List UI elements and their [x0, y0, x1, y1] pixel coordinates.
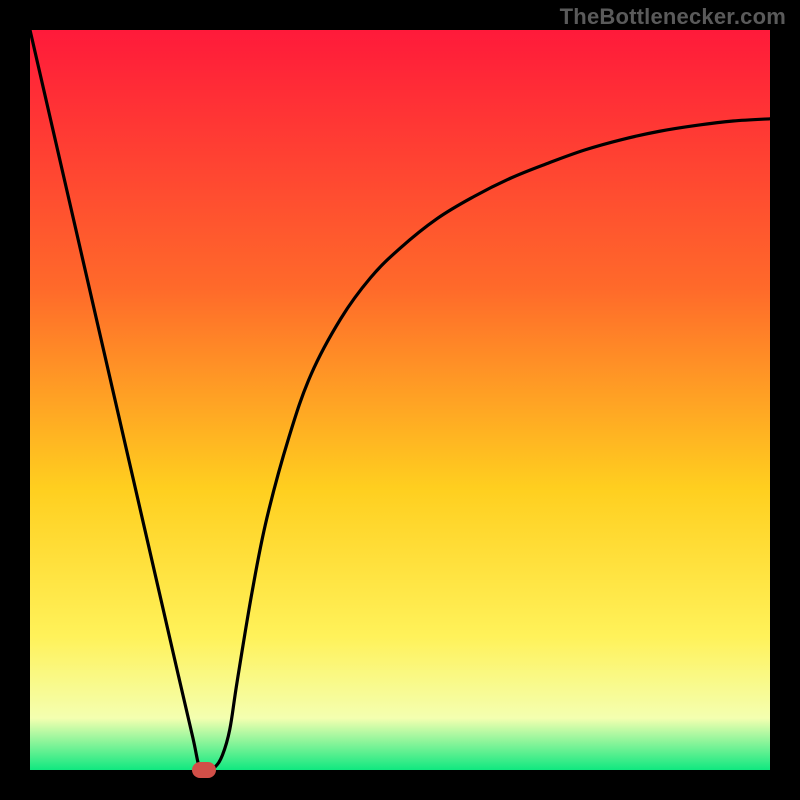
bottleneck-chart — [30, 30, 770, 770]
gradient-background — [30, 30, 770, 770]
watermark-text: TheBottlenecker.com — [560, 4, 786, 30]
chart-frame: TheBottlenecker.com — [0, 0, 800, 800]
optimal-point-marker — [192, 762, 216, 778]
